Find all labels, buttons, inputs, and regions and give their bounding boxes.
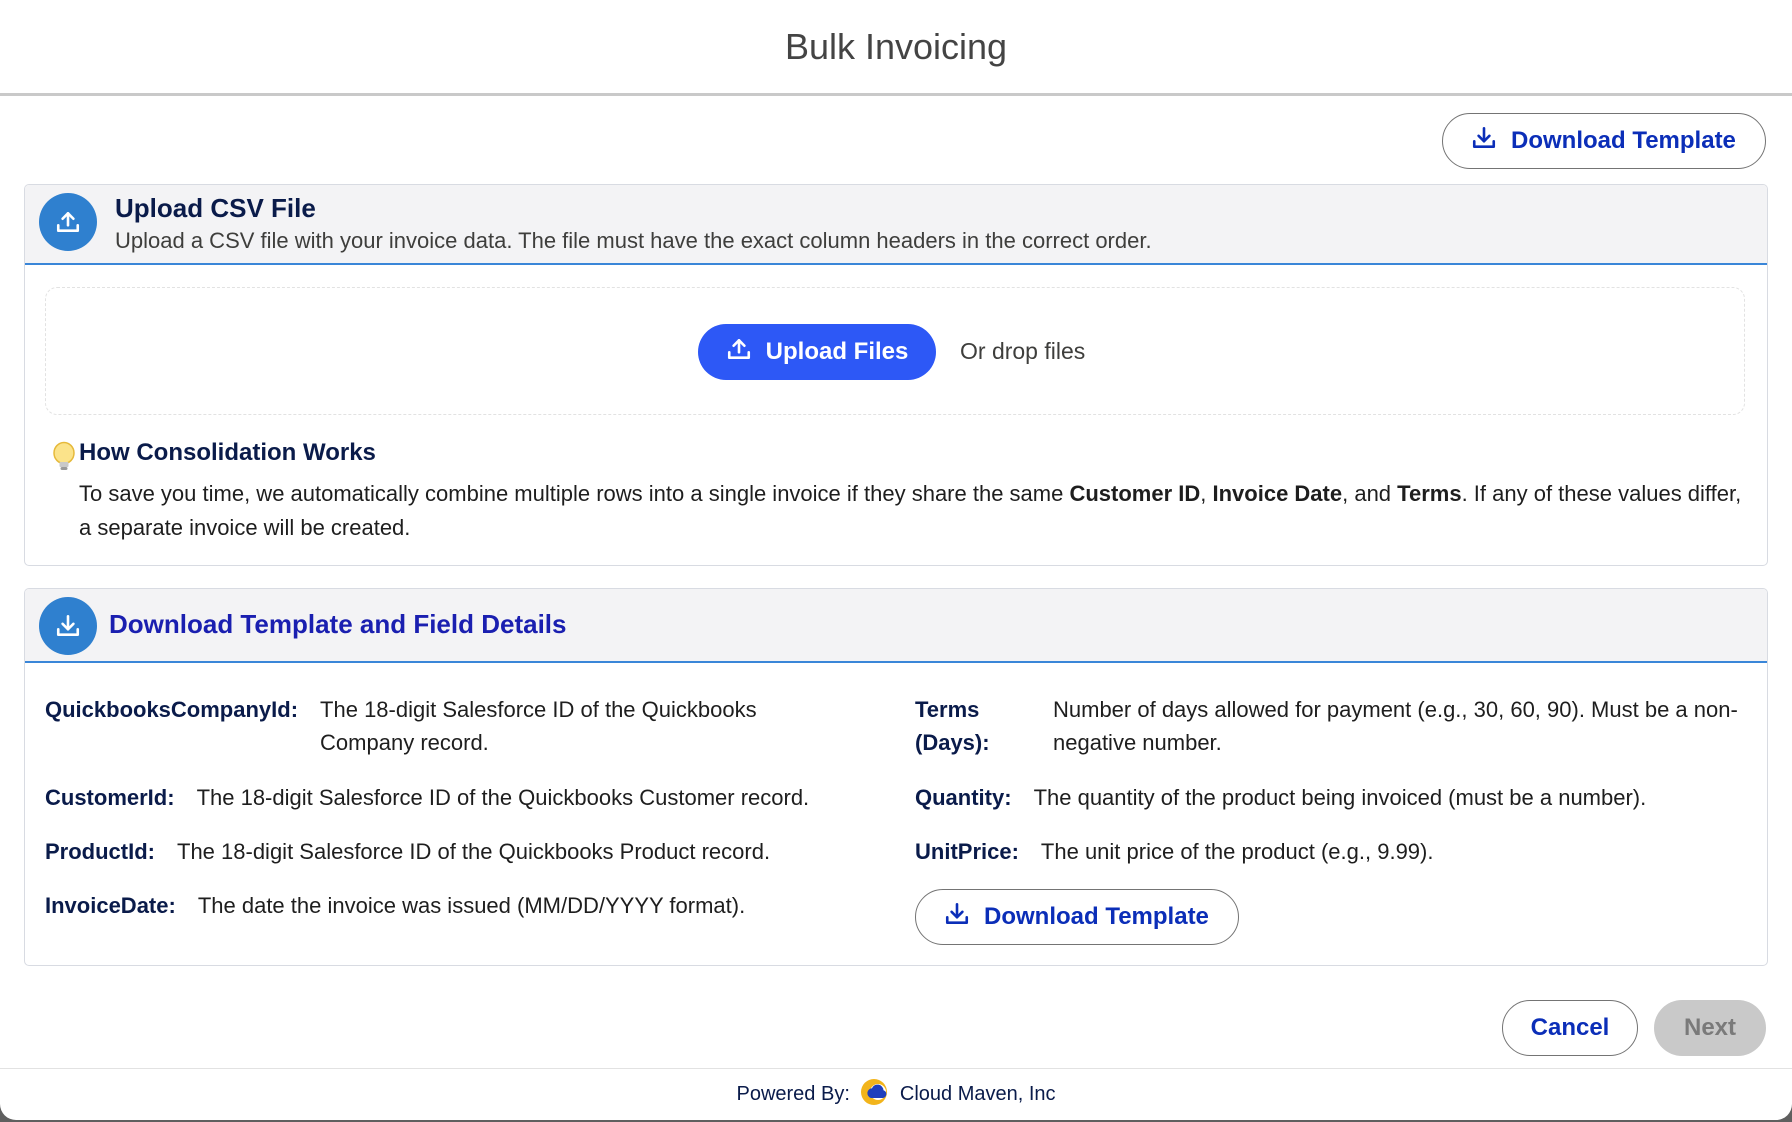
powered-by-prefix: Powered By: (736, 1083, 850, 1105)
field-desc: The unit price of the product (e.g., 9.9… (1040, 839, 1434, 864)
field-label: ProductId: (45, 839, 155, 864)
download-icon (1471, 125, 1497, 158)
sep: , and (1342, 481, 1398, 506)
bulk-invoicing-modal: Bulk Invoicing Download Template Upload … (0, 0, 1792, 1120)
field-label: InvoiceDate: (45, 893, 176, 918)
download-template-label: Download Template (984, 903, 1209, 930)
upload-files-label: Upload Files (765, 338, 909, 365)
field-label: CustomerId: (45, 785, 175, 810)
upload-files-button[interactable]: Upload Files (698, 324, 936, 380)
key-terms: Terms (1397, 481, 1462, 506)
download-icon (944, 901, 970, 934)
field-quickbooks-company-id: QuickbooksCompanyId: The 18-digit Salesf… (45, 693, 805, 759)
upload-csv-card: Upload CSV File Upload a CSV file with y… (24, 184, 1768, 566)
field-product-id: ProductId: The 18-digit Salesforce ID of… (45, 835, 845, 868)
field-invoice-date: InvoiceDate: The date the invoice was is… (45, 889, 845, 922)
upload-card-header: Upload CSV File Upload a CSV file with y… (25, 185, 1767, 265)
lightbulb-icon (51, 441, 77, 478)
next-button[interactable]: Next (1654, 1000, 1766, 1056)
download-template-label: Download Template (1511, 127, 1736, 154)
field-quantity: Quantity: The quantity of the product be… (915, 781, 1745, 814)
upload-icon (39, 193, 97, 251)
consolidation-intro: To save you time, we automatically combi… (79, 481, 1070, 506)
field-desc: The date the invoice was issued (MM/DD/Y… (197, 893, 746, 918)
field-label: QuickbooksCompanyId: (45, 697, 299, 722)
drop-files-text: Or drop files (960, 338, 1086, 364)
sep: , (1200, 481, 1213, 506)
modal-header: Bulk Invoicing (0, 0, 1792, 96)
cloud-maven-logo-icon (860, 1077, 890, 1113)
file-dropzone[interactable]: Upload Files Or drop files (45, 287, 1745, 415)
modal-title: Bulk Invoicing (784, 25, 1008, 67)
field-desc: The 18-digit Salesforce ID of the Quickb… (177, 839, 771, 864)
next-label: Next (1683, 1014, 1737, 1041)
upload-card-subtitle: Upload a CSV file with your invoice data… (115, 228, 1152, 253)
field-label: Quantity: (915, 785, 1012, 810)
download-template-button-top[interactable]: Download Template (1442, 113, 1766, 169)
field-desc: The 18-digit Salesforce ID of the Quickb… (196, 785, 810, 810)
cancel-button[interactable]: Cancel (1502, 1000, 1638, 1056)
key-invoice-date: Invoice Date (1212, 481, 1343, 506)
consolidation-text: To save you time, we automatically combi… (79, 477, 1759, 545)
powered-by-footer: Powered By: Cloud Maven, Inc (0, 1068, 1792, 1120)
field-unit-price: UnitPrice: The unit price of the product… (915, 835, 1745, 868)
field-desc: The 18-digit Salesforce ID of the Quickb… (320, 697, 757, 755)
field-desc: Number of days allowed for payment (e.g.… (1053, 697, 1738, 755)
company-name: Cloud Maven, Inc (899, 1083, 1056, 1105)
field-label: UnitPrice: (915, 839, 1019, 864)
download-icon (39, 597, 97, 655)
upload-icon (726, 336, 752, 369)
field-customer-id: CustomerId: The 18-digit Salesforce ID o… (45, 781, 845, 814)
template-card-header: Download Template and Field Details (25, 589, 1767, 663)
upload-card-title: Upload CSV File (115, 193, 316, 223)
field-label: Terms (Days): (915, 697, 990, 755)
consolidation-title: How Consolidation Works (79, 439, 376, 466)
cancel-label: Cancel (1530, 1014, 1610, 1041)
field-terms-days: Terms (Days): Number of days allowed for… (915, 693, 1745, 759)
key-customer-id: Customer ID (1069, 481, 1201, 506)
template-details-card: Download Template and Field Details Quic… (24, 588, 1768, 966)
template-card-title: Download Template and Field Details (109, 609, 567, 639)
download-template-button[interactable]: Download Template (915, 889, 1239, 945)
field-desc: The quantity of the product being invoic… (1033, 785, 1647, 810)
